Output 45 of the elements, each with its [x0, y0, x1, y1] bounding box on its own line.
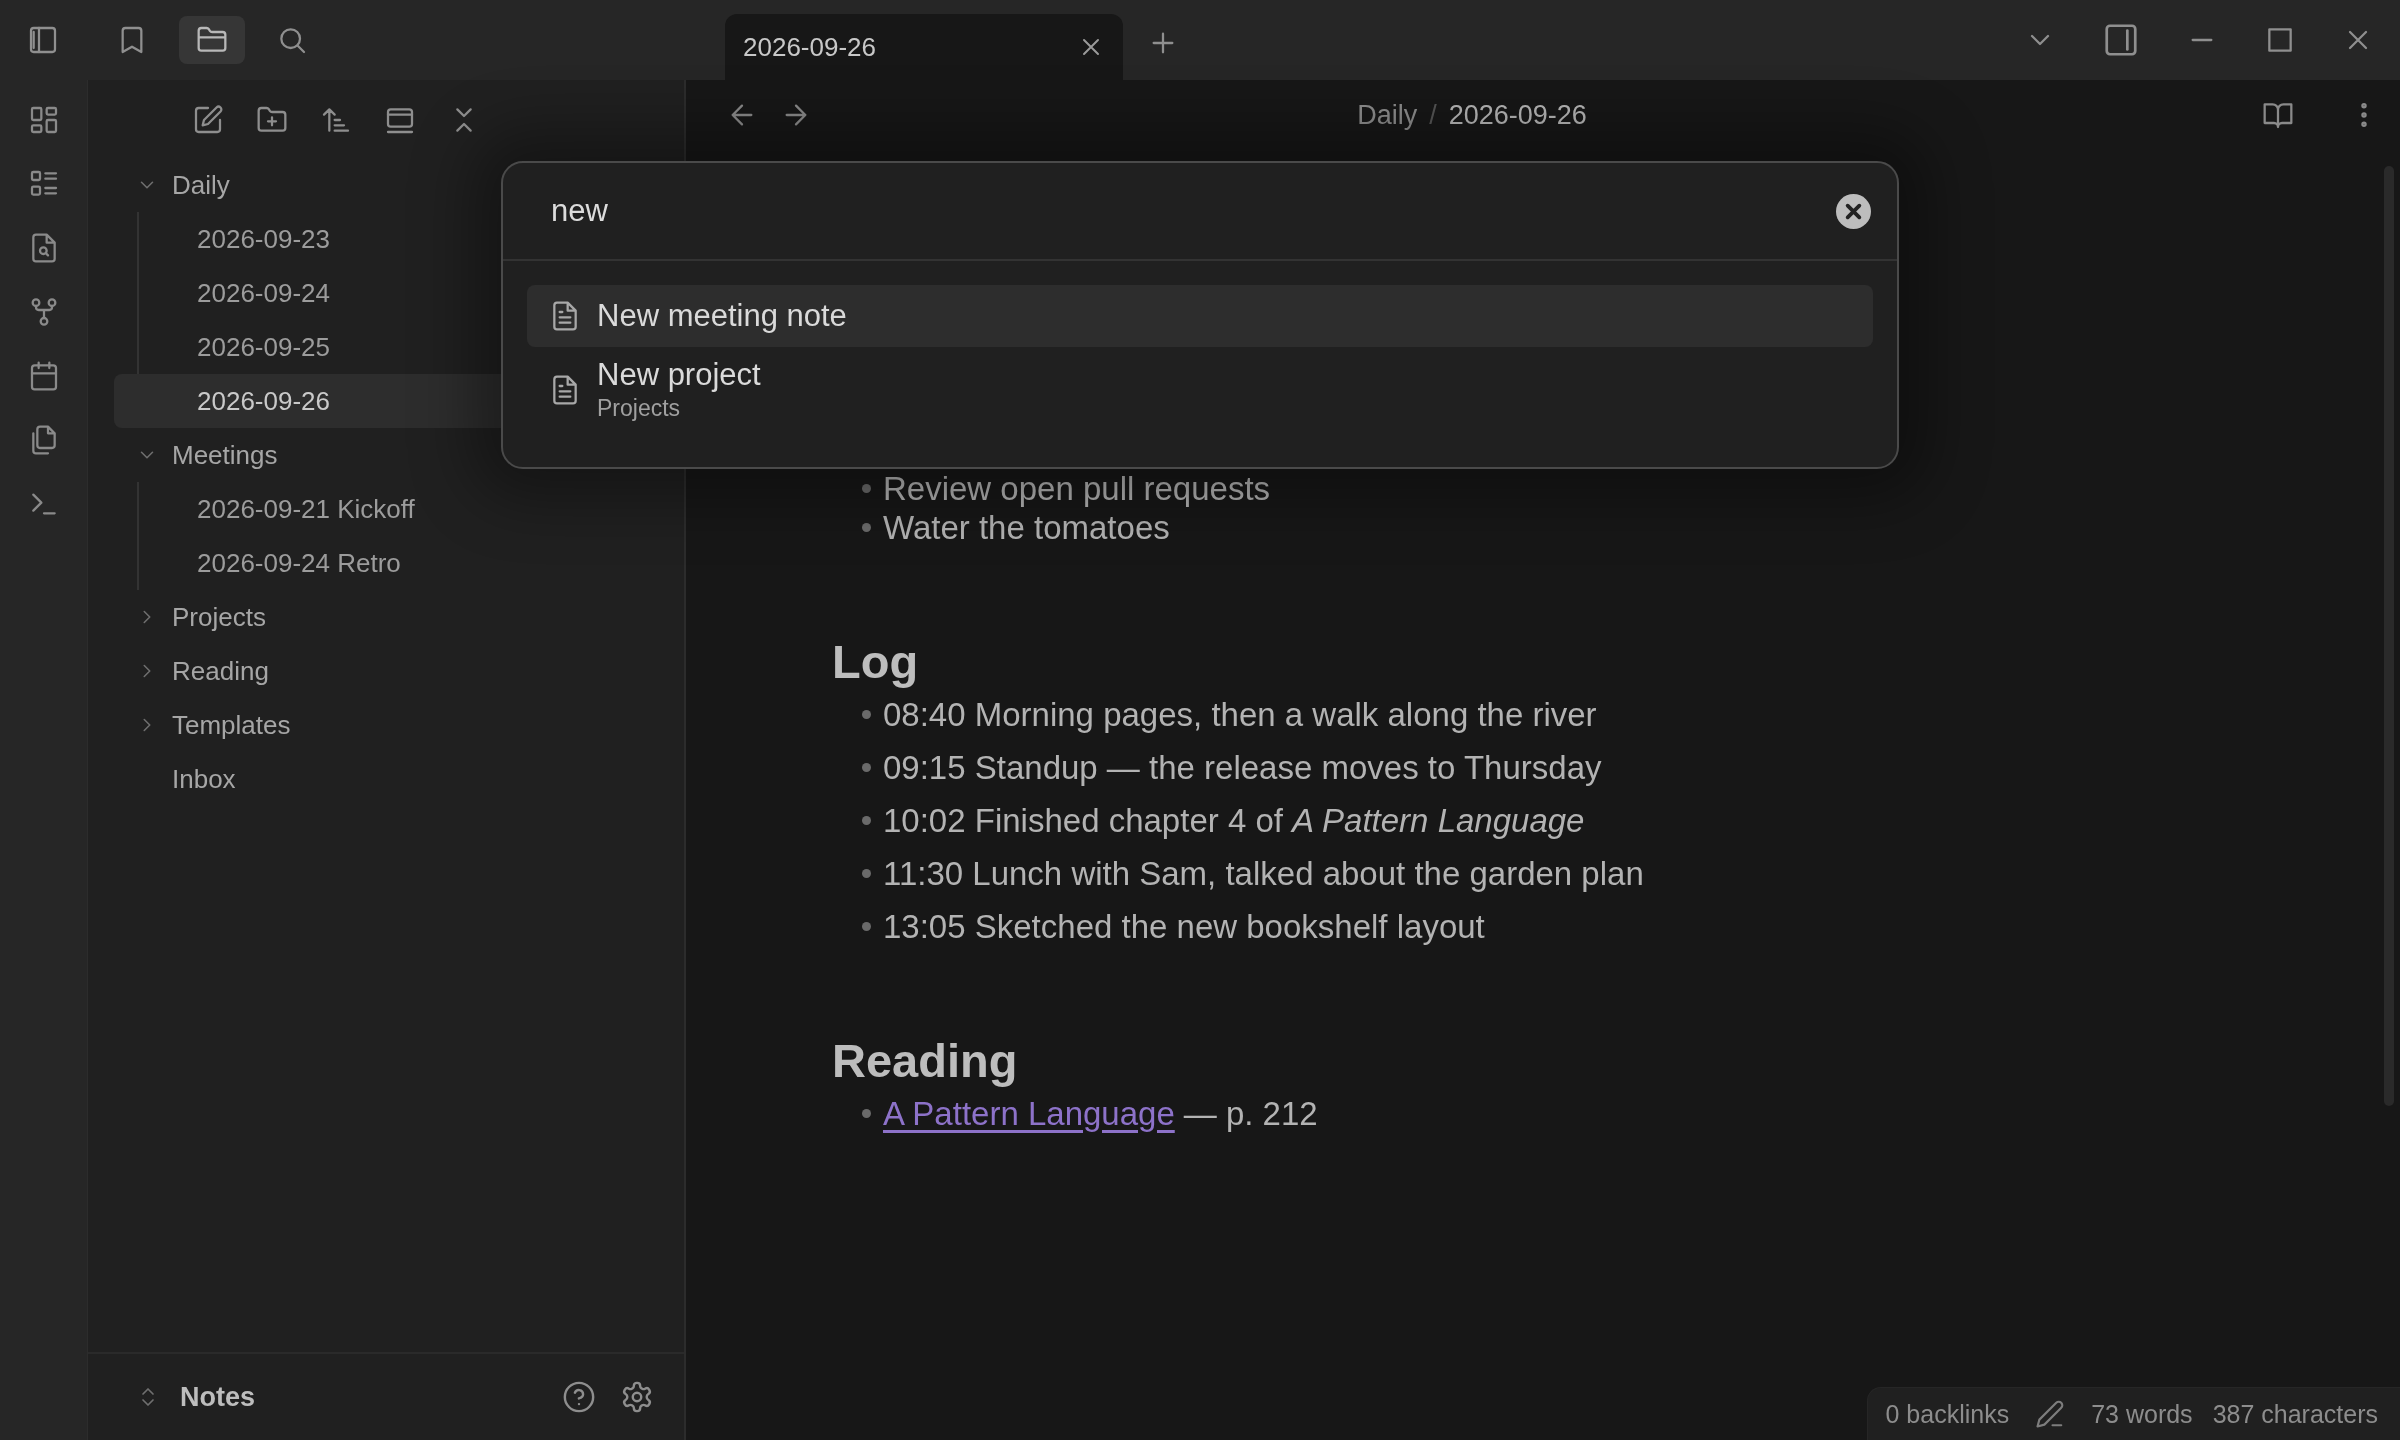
- new-note-icon[interactable]: [192, 104, 224, 136]
- bullet-icon: [862, 484, 871, 493]
- clear-icon[interactable]: [1836, 193, 1871, 229]
- bullet-icon: [862, 710, 871, 719]
- bullet-icon: [862, 1109, 871, 1118]
- bullet-icon: [862, 816, 871, 825]
- suggestion-title: New meeting note: [597, 298, 847, 334]
- vault-name[interactable]: Notes: [180, 1381, 255, 1413]
- bullet-icon: [862, 869, 871, 878]
- heading: Reading: [832, 1035, 1019, 1087]
- link[interactable]: A Pattern Language: [883, 1094, 1175, 1133]
- backlinks-count[interactable]: 0 backlinks: [1885, 1399, 2010, 1429]
- breadcrumb-item[interactable]: 2026-09-26: [1448, 99, 1587, 131]
- folder-item[interactable]: Meetings: [112, 428, 672, 482]
- bullet-text: 10:02 Finished chapter 4 of A Pattern Language: [883, 801, 1585, 840]
- sidebar-tab[interactable]: [179, 16, 245, 64]
- bullet-text: 09:15 Standup — the release moves to Thursday: [883, 748, 1602, 787]
- bullet-text: 08:40 Morning pages, then a walk along the river: [883, 695, 1597, 734]
- pencil-icon[interactable]: [2035, 1399, 2066, 1429]
- folder-item[interactable]: Templates: [112, 698, 672, 752]
- bullet-icon: [862, 523, 871, 532]
- bullet-text: Water the tomatoes: [883, 508, 1170, 547]
- character-count: 387 characters: [2212, 1399, 2378, 1429]
- bullet-text: — p. 212: [1183, 1094, 1318, 1133]
- sidebar-toggle-icon[interactable]: [27, 24, 59, 56]
- bullet-icon: [862, 922, 871, 931]
- suggestion-item[interactable]: New meeting note: [527, 285, 1873, 347]
- bullet-icon: [862, 763, 871, 772]
- folder-item[interactable]: Projects: [112, 590, 672, 644]
- file-item[interactable]: Inbox: [112, 752, 672, 806]
- settings-icon[interactable]: [620, 1380, 654, 1414]
- folder-item[interactable]: Reading: [112, 644, 672, 698]
- sidebar-toggle-icon[interactable]: [2102, 21, 2140, 59]
- breadcrumb-item[interactable]: Daily: [1357, 99, 1418, 131]
- breadcrumb-separator: /: [1429, 99, 1437, 131]
- bullet-text: 13:05 Sketched the new bookshelf layout: [883, 907, 1485, 946]
- heading: Log: [832, 636, 920, 688]
- search-field[interactable]: new: [551, 193, 1836, 229]
- bullet-text: Review open pull requests: [883, 469, 1271, 508]
- file-item[interactable]: 2026-09-21 Kickoff: [114, 482, 672, 536]
- bullet-text: 11:30 Lunch with Sam, talked about the garden plan: [883, 854, 1644, 893]
- tab[interactable]: 2026-09-26: [725, 14, 1123, 80]
- word-count: 73 words: [2091, 1399, 2193, 1429]
- file-item[interactable]: 2026-09-24 Retro: [114, 536, 672, 590]
- help-icon[interactable]: [562, 1380, 596, 1414]
